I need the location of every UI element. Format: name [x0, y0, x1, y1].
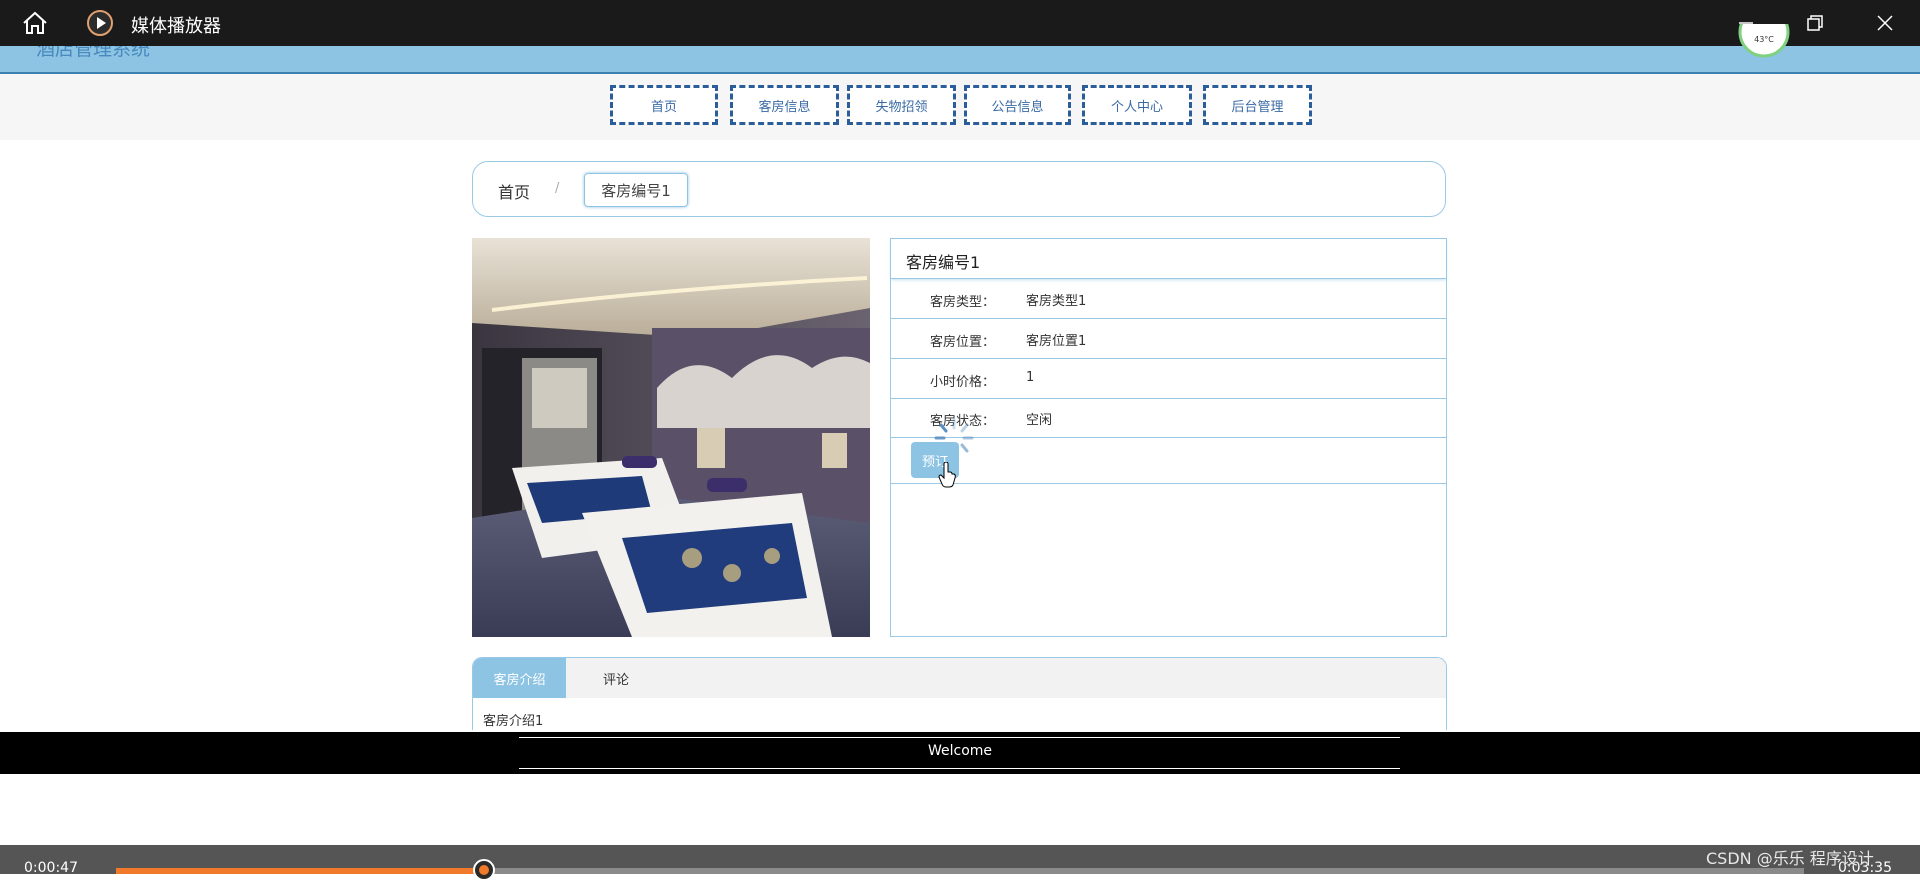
tab-room-intro[interactable]: 客房介绍	[473, 658, 566, 698]
room-title: 客房编号1	[891, 239, 1446, 279]
detail-row-location: 客房位置： 客房位置1	[891, 319, 1446, 359]
seek-bar[interactable]	[116, 859, 1804, 881]
seek-handle[interactable]	[472, 859, 495, 881]
nav-admin[interactable]: 后台管理	[1203, 85, 1312, 125]
temperature-label: 43°C	[1754, 35, 1774, 44]
welcome-footer: Welcome	[0, 732, 1920, 774]
nav-personal-center[interactable]: 个人中心	[1082, 85, 1192, 125]
home-icon[interactable]	[22, 11, 48, 35]
media-player-icon	[87, 10, 113, 36]
nav-room-info[interactable]: 客房信息	[730, 85, 839, 125]
hourly-price-value: 1	[1026, 370, 1035, 385]
loading-spinner-icon	[934, 418, 974, 453]
breadcrumb-separator: /	[555, 181, 560, 196]
hourly-price-label: 小时价格：	[930, 375, 996, 390]
restore-icon[interactable]	[1804, 12, 1826, 34]
player-seek-area: 0:00:47 0:03:35	[0, 845, 1920, 881]
room-tabs: 客房介绍 评论 客房介绍1	[472, 657, 1447, 730]
player-title: 媒体播放器	[131, 16, 221, 37]
room-type-value: 客房类型1	[1026, 294, 1087, 309]
nav-lost-found[interactable]: 失物招领	[847, 85, 956, 125]
room-location-value: 客房位置1	[1026, 334, 1087, 349]
welcome-bottom-line	[519, 768, 1400, 769]
nav-home[interactable]: 首页	[610, 85, 718, 125]
breadcrumb: 首页 / 客房编号1	[472, 161, 1446, 217]
welcome-text: Welcome	[927, 743, 993, 759]
room-location-label: 客房位置：	[930, 335, 996, 350]
tab-comments[interactable]: 评论	[566, 658, 666, 698]
temperature-widget: 43°C	[1738, 24, 1790, 58]
detail-row-price: 小时价格： 1	[891, 359, 1446, 399]
room-photo	[472, 238, 870, 637]
room-intro-text: 客房介绍1	[483, 714, 544, 729]
breadcrumb-home[interactable]: 首页	[498, 179, 530, 203]
breadcrumb-current: 客房编号1	[584, 173, 688, 207]
welcome-top-line	[519, 737, 1400, 738]
hand-cursor-icon	[938, 462, 956, 488]
main-nav: 首页 客房信息 失物招领 公告信息 个人中心 后台管理	[0, 74, 1920, 140]
detail-row-type: 客房类型： 客房类型1	[891, 279, 1446, 319]
nav-announcements[interactable]: 公告信息	[964, 85, 1071, 125]
close-icon[interactable]	[1874, 12, 1896, 34]
tab-strip: 客房介绍 评论	[473, 658, 1446, 698]
seek-progress-fill	[116, 868, 484, 874]
csdn-watermark: CSDN @乐乐 程序设计	[1706, 849, 1874, 868]
room-status-value: 空闲	[1026, 413, 1053, 428]
room-type-label: 客房类型：	[930, 295, 996, 310]
player-title-bar: 媒体播放器	[0, 0, 1920, 46]
